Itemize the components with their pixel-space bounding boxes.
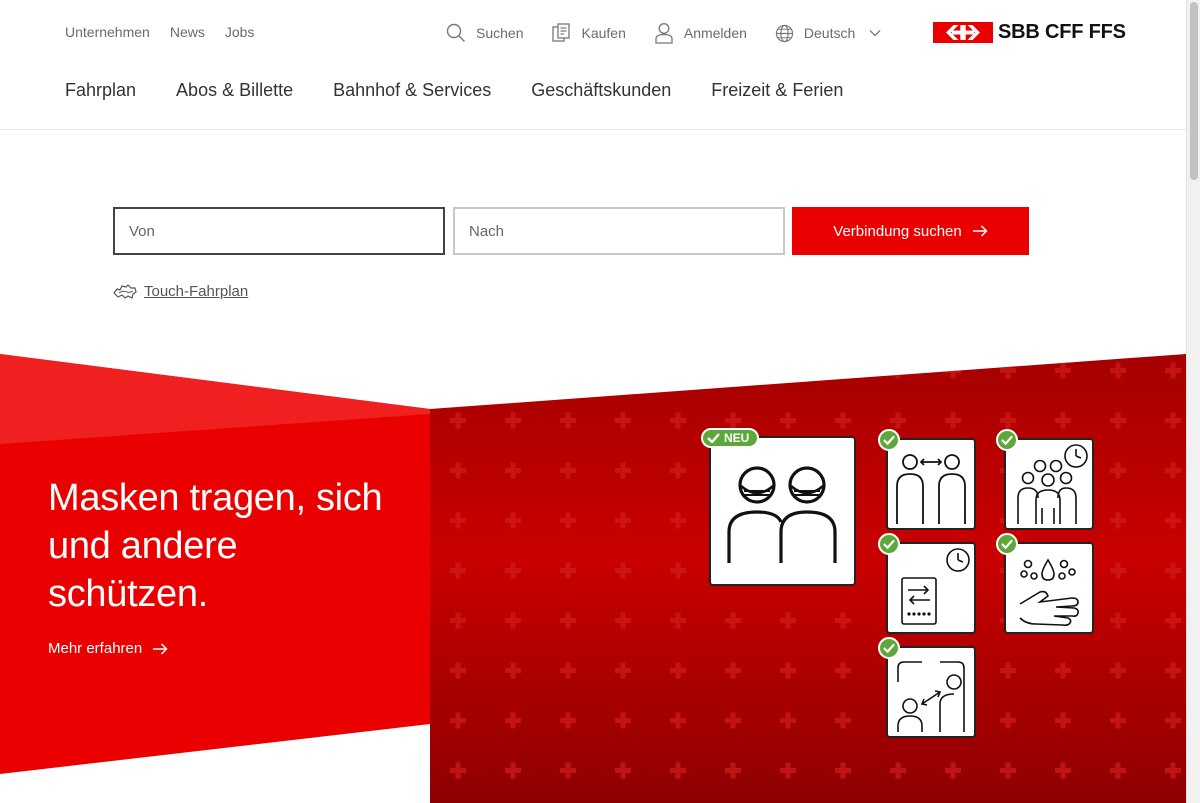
avoid-crowds-icon — [1017, 444, 1088, 524]
check-badge — [996, 533, 1018, 555]
check-icon — [883, 539, 895, 549]
seat-spacing-icon — [897, 661, 965, 732]
keep-distance-icon — [896, 454, 966, 524]
check-icon — [883, 643, 895, 653]
language-selector[interactable]: Deutsch — [775, 22, 881, 44]
meta-link-jobs[interactable]: Jobs — [225, 24, 255, 40]
crowd-pictogram — [1004, 438, 1094, 530]
language-label: Deutsch — [803, 25, 856, 41]
check-badge — [878, 533, 900, 555]
mask-pictogram — [709, 436, 856, 586]
swiss-rail-logo-icon — [933, 22, 993, 43]
meta-navigation: Unternehmen News Jobs — [65, 24, 254, 40]
check-icon — [1001, 435, 1013, 445]
nav-item-bahnhof-services[interactable]: Bahnhof & Services — [333, 80, 491, 101]
check-icon — [707, 433, 720, 443]
to-input[interactable] — [453, 207, 785, 255]
masked-people-icon — [727, 466, 837, 563]
nav-item-fahrplan[interactable]: Fahrplan — [65, 80, 136, 101]
wash-hands-icon — [1019, 558, 1079, 627]
header-tools: Suchen Kaufen Anmelden Deutsch — [446, 22, 881, 44]
ticket-icon — [552, 23, 571, 42]
seating-distance-pictogram — [886, 646, 976, 738]
from-input[interactable] — [113, 207, 445, 255]
hand-hygiene-pictogram — [1004, 542, 1094, 634]
ticket-machine-pictogram — [886, 542, 976, 634]
nav-item-geschaeftskunden[interactable]: Geschäftskunden — [531, 80, 671, 101]
swiss-map-icon — [113, 283, 137, 299]
hero-title: Masken tragen, sich und andere schützen. — [48, 477, 383, 615]
brand-name: SBB CFF FFS — [998, 21, 1126, 43]
touch-timetable-label: Touch-Fahrplan — [144, 283, 249, 300]
check-badge — [878, 637, 900, 659]
sbb-logo[interactable]: SBB CFF FFS — [933, 21, 1126, 44]
user-icon — [655, 23, 673, 44]
find-connection-button[interactable]: Verbindung suchen — [792, 207, 1029, 255]
learn-more-link[interactable]: Mehr erfahren — [48, 640, 168, 657]
check-icon — [1001, 539, 1013, 549]
search-button-label: Suchen — [476, 25, 524, 41]
meta-link-unternehmen[interactable]: Unternehmen — [65, 24, 150, 40]
buy-button-label: Kaufen — [581, 25, 626, 41]
new-badge-label: NEU — [724, 431, 750, 445]
arrow-right-icon — [153, 642, 168, 655]
check-icon — [883, 435, 895, 445]
page-scrollbar[interactable] — [1186, 0, 1200, 803]
main-navigation: Fahrplan Abos & Billette Bahnhof & Servi… — [65, 80, 843, 101]
scrollbar-thumb[interactable] — [1190, 2, 1198, 180]
login-button[interactable]: Anmelden — [654, 22, 747, 44]
globe-icon — [775, 24, 794, 42]
new-badge: NEU — [701, 428, 760, 448]
chevron-down-icon — [869, 30, 881, 37]
covid-hero-banner: Masken tragen, sich und andere schützen.… — [0, 354, 1186, 803]
arrow-right-icon — [972, 225, 988, 237]
search-icon — [446, 23, 465, 42]
nav-divider — [0, 129, 1186, 130]
login-button-label: Anmelden — [683, 25, 747, 41]
find-connection-label: Verbindung suchen — [833, 222, 962, 240]
nav-item-abos-billette[interactable]: Abos & Billette — [176, 80, 293, 101]
meta-link-news[interactable]: News — [170, 24, 205, 40]
learn-more-label: Mehr erfahren — [48, 640, 143, 657]
online-ticket-icon — [901, 548, 970, 625]
touch-timetable-link[interactable]: Touch-Fahrplan — [113, 283, 248, 300]
check-badge — [878, 429, 900, 451]
nav-item-freizeit-ferien[interactable]: Freizeit & Ferien — [711, 80, 843, 101]
distance-pictogram — [886, 438, 976, 530]
search-button[interactable]: Suchen — [446, 22, 523, 44]
check-badge — [996, 429, 1018, 451]
buy-button[interactable]: Kaufen — [551, 22, 626, 44]
